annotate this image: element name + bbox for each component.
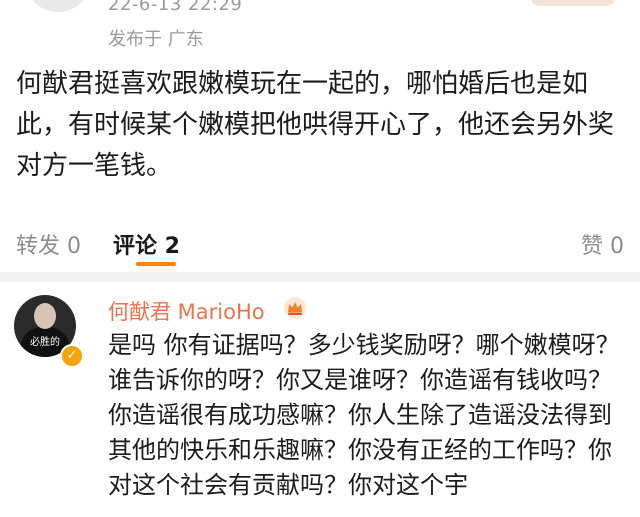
- post-timestamp: 22-6-13 22:29: [108, 0, 243, 15]
- verified-badge-icon: ✓: [60, 344, 84, 368]
- crown-icon: [284, 297, 306, 319]
- avatar-face: [34, 303, 56, 329]
- post-location: 发布于 广东: [108, 29, 204, 50]
- post-meta: 22-6-13 22:29 发布于 广东: [0, 0, 640, 58]
- post-body: 何猷君挺喜欢跟嫩模玩在一起的，哪怕婚后也是如此，有时候某个嫩模把他哄得开心了，他…: [16, 69, 615, 181]
- tab-like[interactable]: 赞 0: [581, 228, 624, 260]
- tab-repost[interactable]: 转发 0: [16, 228, 81, 260]
- comment-text: 是吗 你有证据吗？多少钱奖励呀？哪个嫩模呀？谁告诉你的呀？你又是谁呀？你造谣有钱…: [108, 331, 620, 499]
- active-tab-indicator: [136, 262, 176, 266]
- comment-item: 必胜的 ✓ 何猷君 MarioHo 是吗 你有证据吗？多少钱奖励呀？哪个嫩模呀？…: [0, 282, 640, 517]
- section-divider: [0, 272, 640, 282]
- commenter-name[interactable]: 何猷君 MarioHo: [108, 296, 265, 326]
- poster-avatar[interactable]: [28, 0, 88, 12]
- follow-button[interactable]: [530, 0, 616, 6]
- post-action-bar: 转发 0 评论 2 赞 0: [0, 222, 640, 266]
- tab-comments[interactable]: 评论 2: [113, 228, 180, 260]
